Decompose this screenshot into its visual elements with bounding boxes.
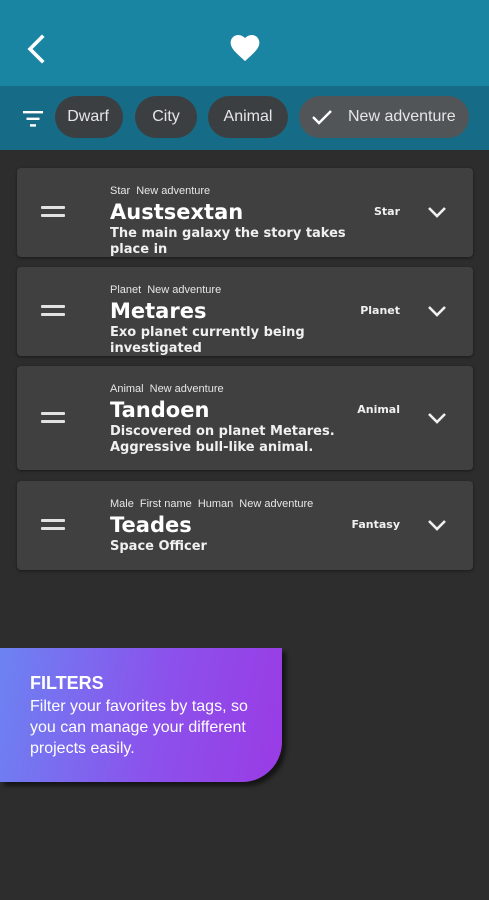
favorite-card[interactable]: Male First name Human New adventure Teades … <box>17 481 473 570</box>
tag: Male <box>110 498 134 510</box>
card-tags: Planet New adventure <box>110 284 227 296</box>
favorite-card[interactable]: Animal New adventure Tandoen Discovered o… <box>17 366 473 470</box>
chevron-down-icon[interactable] <box>426 205 448 219</box>
card-title: Tandoen <box>110 398 210 422</box>
tag: New adventure <box>147 284 222 296</box>
chevron-down-icon[interactable] <box>426 411 448 425</box>
filter-bar: Dwarf City Animal New adventure <box>0 86 489 150</box>
card-description: Space Officer <box>110 539 207 554</box>
chevron-down-icon[interactable] <box>426 518 448 532</box>
card-tags: Male First name Human New adventure <box>110 498 319 510</box>
chip-label: Dwarf <box>67 108 109 125</box>
back-button[interactable] <box>22 32 54 66</box>
tag: New adventure <box>136 185 211 197</box>
tag: New adventure <box>149 383 224 395</box>
card-description: Exo planet currently being investigated <box>110 325 305 356</box>
chip-label: New adventure <box>348 108 456 125</box>
favorite-card[interactable]: Planet New adventure Metares Exo planet c… <box>17 267 473 356</box>
tag: Planet <box>110 284 142 296</box>
filter-chip-city[interactable]: City <box>135 96 197 138</box>
card-description: Discovered on planet Metares. Aggressive… <box>110 424 335 455</box>
tag: New adventure <box>239 498 314 510</box>
card-category: Planet <box>360 304 400 317</box>
card-title: Metares <box>110 299 207 323</box>
tag: Star <box>110 185 131 197</box>
favorites-button[interactable] <box>230 34 260 62</box>
filter-button[interactable] <box>22 108 46 130</box>
check-icon <box>312 110 332 125</box>
filter-list-icon <box>23 111 43 127</box>
tooltip-body: Filter your favorites by tags, so you ca… <box>30 698 248 757</box>
app-bar <box>0 0 489 86</box>
card-tags: Star New adventure <box>110 185 216 197</box>
drag-handle-icon[interactable] <box>41 206 65 220</box>
chip-label: City <box>152 108 180 125</box>
arrow-back-icon <box>27 34 45 64</box>
card-category: Animal <box>357 403 400 416</box>
filter-chip-animal[interactable]: Animal <box>208 96 288 138</box>
drag-handle-icon[interactable] <box>41 412 65 426</box>
chip-label: Animal <box>223 108 273 125</box>
filter-chip-dwarf[interactable]: Dwarf <box>55 96 123 138</box>
card-category: Star <box>373 205 400 218</box>
tooltip-title: FILTERS <box>30 673 104 693</box>
tag: Animal <box>110 383 144 395</box>
chevron-down-icon[interactable] <box>426 304 448 318</box>
drag-handle-icon[interactable] <box>41 519 65 533</box>
card-title: Teades <box>110 513 192 537</box>
filters-tooltip: FILTERS Filter your favorites by tags, s… <box>0 648 282 782</box>
tag: First name <box>139 498 192 510</box>
drag-handle-icon[interactable] <box>41 305 65 319</box>
card-category: Fantasy <box>351 518 400 531</box>
card-tags: Animal New adventure <box>110 383 230 395</box>
tag: Human <box>197 498 234 510</box>
heart-icon <box>230 35 260 62</box>
filter-chip-new-adventure[interactable]: New adventure <box>299 96 469 138</box>
card-title: Austsextan <box>110 200 244 224</box>
favorite-card[interactable]: Star New adventure Austsextan The main ga… <box>17 168 473 257</box>
card-description: The main galaxy the story takes place in <box>110 226 346 257</box>
